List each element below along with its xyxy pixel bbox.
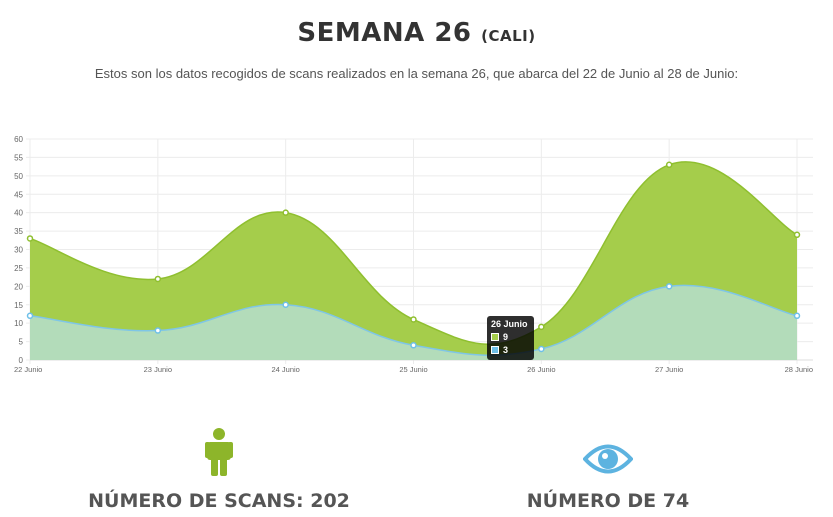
x-tick-label-3: 25 Junio: [399, 365, 427, 374]
data-point-0-3: [410, 316, 417, 323]
data-point-0-4: [538, 323, 545, 331]
tooltip-swatch-2: [491, 346, 499, 354]
data-point-1-2: [282, 301, 289, 308]
data-point-1-6: [793, 312, 801, 320]
y-tick-label-1: 5: [19, 338, 24, 347]
page-description: Estos son los datos recogidos de scans r…: [94, 66, 739, 81]
tooltip-row-1: 9: [491, 332, 534, 342]
x-tick-label-5: 27 Junio: [655, 365, 683, 374]
views-stat: NÚMERO DE 74: [458, 426, 758, 512]
tooltip-swatch-1: [491, 333, 499, 341]
x-tick-label-2: 24 Junio: [271, 365, 299, 374]
y-tick-label-6: 30: [14, 246, 23, 255]
y-tick-label-0: 0: [19, 356, 24, 365]
data-point-0-5: [665, 161, 673, 169]
page-title: SEMANA 26 (CALI): [0, 18, 833, 48]
x-tick-label-4: 26 Junio: [527, 365, 555, 374]
data-point-0-1: [154, 275, 162, 283]
scans-count-label: NÚMERO DE SCANS: 202: [88, 490, 350, 512]
data-point-1-3: [410, 342, 417, 349]
data-point-1-1: [154, 327, 162, 334]
data-point-0-0: [26, 235, 34, 242]
tooltip-value-2: 3: [503, 345, 509, 355]
chart-tooltip: 26 Junio 9 3: [487, 316, 534, 360]
data-point-0-2: [282, 209, 289, 216]
eye-icon: [458, 426, 758, 476]
x-tick-label-0: 22 Junio: [14, 365, 42, 374]
y-tick-label-3: 15: [14, 301, 23, 310]
area-chart: 0 5 10 15 20 25 30 35 40 45 50 55 60 22 Junio 23 Junio…: [14, 135, 813, 374]
x-tick-label-6: 28 Junio: [785, 365, 813, 374]
y-tick-label-12: 60: [14, 135, 23, 144]
y-tick-label-4: 20: [14, 282, 23, 291]
title-main: SEMANA 26: [297, 18, 472, 48]
y-tick-label-2: 10: [14, 319, 23, 328]
tooltip-row-2: 3: [491, 345, 534, 355]
y-tick-label-5: 25: [14, 264, 23, 273]
data-point-1-5: [665, 283, 673, 290]
views-count-label: NÚMERO DE 74: [526, 490, 690, 512]
y-tick-label-9: 45: [14, 190, 23, 199]
y-tick-label-7: 35: [14, 227, 23, 236]
data-point-0-6: [793, 231, 801, 239]
person-icon: [69, 426, 369, 476]
scans-stat: NÚMERO DE SCANS: 202: [69, 426, 369, 512]
tooltip-title: 26 Junio: [491, 319, 528, 329]
y-tick-label-8: 40: [14, 209, 23, 218]
data-point-1-4: [538, 345, 545, 353]
x-tick-label-1: 23 Junio: [144, 365, 172, 374]
y-tick-label-11: 55: [14, 153, 23, 162]
y-tick-label-10: 50: [14, 172, 23, 181]
tooltip-value-1: 9: [503, 332, 509, 342]
data-point-1-0: [26, 312, 34, 320]
title-suffix: (CALI): [481, 27, 536, 45]
